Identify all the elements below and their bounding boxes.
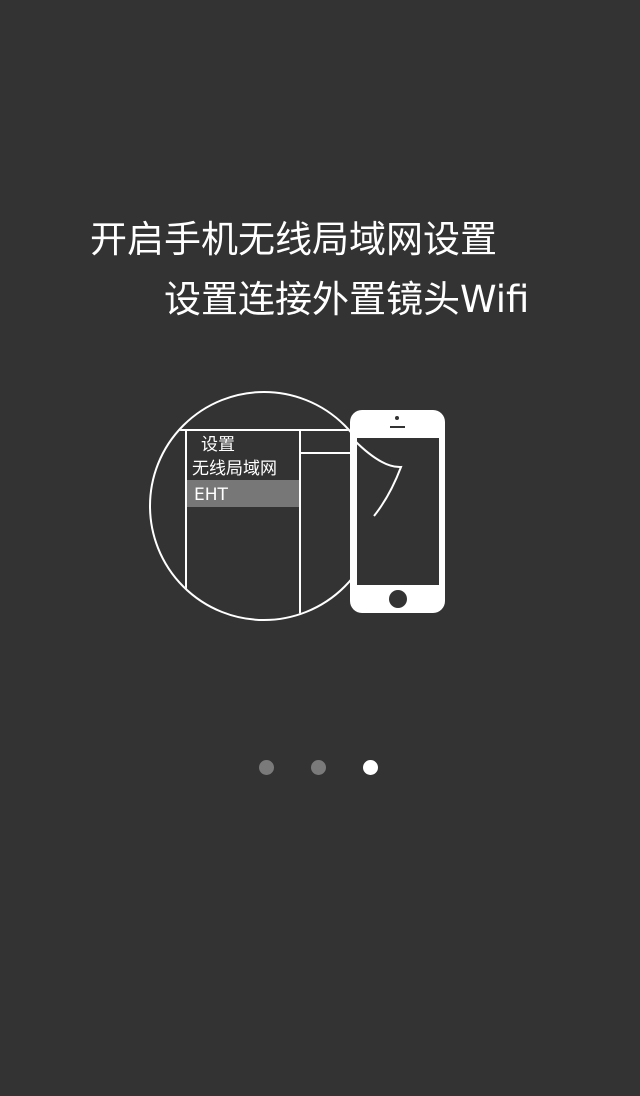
- phone-speaker: [390, 426, 405, 428]
- guide-screen[interactable]: 开启手机无线局域网设置 设置连接外置镜头Wifi 设置 无线局域网 EHT: [0, 0, 640, 1096]
- page-dot-3-active[interactable]: [363, 760, 378, 775]
- page-indicator: [0, 760, 640, 776]
- network-name: EHT: [194, 485, 229, 505]
- wlan-menu-item: 无线局域网: [192, 459, 277, 479]
- page-dot-1[interactable]: [259, 760, 274, 775]
- wifi-setup-illustration: 设置 无线局域网 EHT: [149, 391, 445, 621]
- settings-title: 设置: [201, 435, 235, 455]
- phone-icon: [350, 410, 445, 613]
- phone-camera: [395, 416, 399, 420]
- phone-home-button: [389, 590, 407, 608]
- phone-screen: [357, 438, 439, 585]
- page-dot-2[interactable]: [311, 760, 326, 775]
